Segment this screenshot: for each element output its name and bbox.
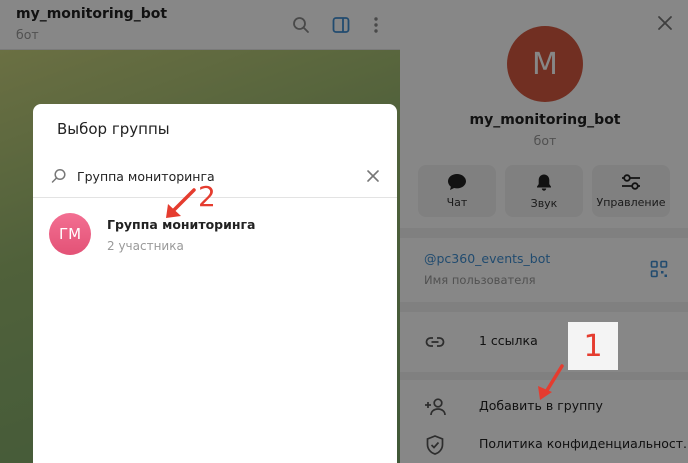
annotation-step-1: 1 [568,322,618,370]
clear-search-icon[interactable] [365,168,381,184]
annotation-step-2: 2 [198,180,216,213]
group-members: 2 участника [107,239,184,253]
select-group-dialog: Выбор группы ГМ Группа мониторинга 2 уча… [33,104,397,463]
annotation-arrow-2 [166,188,196,218]
dialog-title: Выбор группы [57,120,170,138]
list-item[interactable]: ГМ Группа мониторинга 2 участника [33,204,397,264]
avatar: ГМ [49,213,91,255]
search-icon [51,168,67,184]
annotation-arrow-1 [538,364,564,400]
